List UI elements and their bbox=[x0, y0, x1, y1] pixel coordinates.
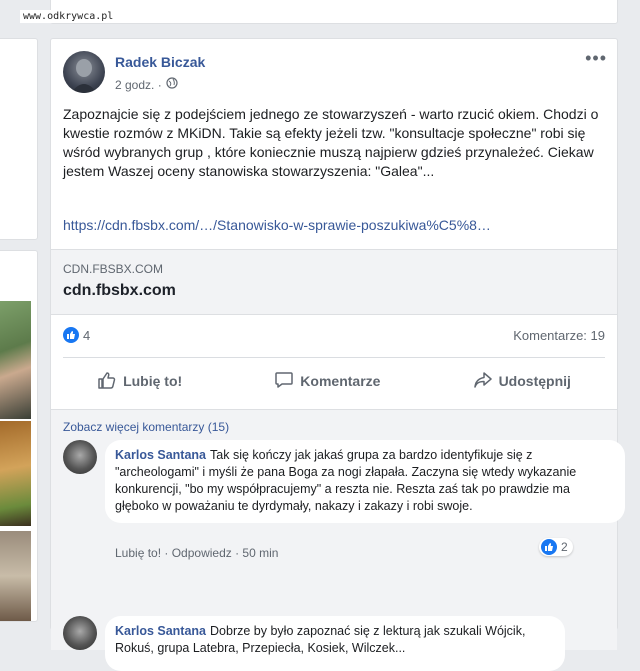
comment-icon bbox=[274, 370, 294, 393]
comment-footer: Lubię to! · Odpowiedz · 50 min bbox=[115, 546, 278, 560]
link-preview-title[interactable]: cdn.fbsbx.com bbox=[63, 282, 176, 300]
post-text: Zapoznajcie się z podejściem jednego ze … bbox=[63, 106, 599, 179]
like-icon bbox=[63, 327, 79, 343]
feed-post: Radek Biczak 2 godz. · ••• Zapoznajcie s… bbox=[50, 38, 625, 671]
see-more-comments-link[interactable]: Zobacz więcej komentarzy (15) bbox=[63, 420, 229, 434]
post-link[interactable]: https://cdn.fbsbx.com/…/Stanowisko-w-spr… bbox=[63, 217, 491, 233]
previous-post-card bbox=[50, 0, 618, 24]
share-label: Udostępnij bbox=[498, 373, 571, 389]
like-button[interactable]: Lubię to! bbox=[97, 370, 182, 393]
link-preview-domain: CDN.FBSBX.COM bbox=[63, 262, 164, 276]
comment-like-link[interactable]: Lubię to! bbox=[115, 546, 161, 560]
like-label: Lubię to! bbox=[123, 373, 183, 389]
thumbs-up-icon bbox=[97, 370, 117, 393]
comment-author[interactable]: Karlos Santana bbox=[115, 448, 206, 462]
comment-bubble: Karlos Santana Dobrze by było zapoznać si… bbox=[105, 616, 565, 671]
photo-thumbnail[interactable] bbox=[0, 421, 31, 526]
share-button[interactable]: Udostępnij bbox=[473, 370, 571, 393]
comments-count[interactable]: Komentarze: 19 bbox=[513, 328, 605, 343]
globe-icon bbox=[166, 77, 178, 92]
commenter-avatar[interactable] bbox=[63, 616, 97, 650]
post-time[interactable]: 2 godz. · bbox=[115, 78, 162, 92]
comment-author[interactable]: Karlos Santana bbox=[115, 624, 206, 638]
post-meta: 2 godz. · bbox=[115, 77, 178, 92]
photo-thumbnail[interactable] bbox=[0, 301, 31, 419]
comment-time: · 50 min bbox=[231, 546, 279, 560]
comment-reply-link[interactable]: Odpowiedz bbox=[172, 546, 232, 560]
watermark: www.odkrywca.pl bbox=[20, 10, 117, 23]
author-avatar[interactable] bbox=[63, 51, 105, 93]
post-author[interactable]: Radek Biczak bbox=[115, 54, 205, 70]
comments-section: Zobacz więcej komentarzy (15) Karlos San… bbox=[51, 409, 625, 671]
post-actions: Lubię to! Komentarze Udostępnij bbox=[51, 361, 617, 401]
share-icon bbox=[473, 370, 493, 393]
commenter-avatar[interactable] bbox=[63, 440, 97, 474]
divider bbox=[63, 357, 605, 358]
separator: · bbox=[161, 546, 172, 560]
link-preview[interactable]: CDN.FBSBX.COM cdn.fbsbx.com bbox=[51, 249, 617, 315]
comment-bubble: Karlos Santana Tak się kończy jak jakaś g… bbox=[105, 440, 625, 523]
photo-thumbnail[interactable] bbox=[0, 531, 31, 621]
comment-label: Komentarze bbox=[300, 373, 381, 389]
comment-button[interactable]: Komentarze bbox=[274, 370, 380, 393]
reactions-summary[interactable]: 4 bbox=[63, 327, 90, 343]
more-options-button[interactable]: ••• bbox=[585, 49, 607, 67]
like-icon bbox=[541, 539, 557, 555]
left-column-photos bbox=[0, 250, 38, 622]
comment-reactions[interactable]: 2 bbox=[539, 538, 573, 556]
comment-reactions-count: 2 bbox=[561, 540, 568, 554]
reactions-count: 4 bbox=[83, 327, 91, 343]
left-column-card bbox=[0, 38, 38, 240]
